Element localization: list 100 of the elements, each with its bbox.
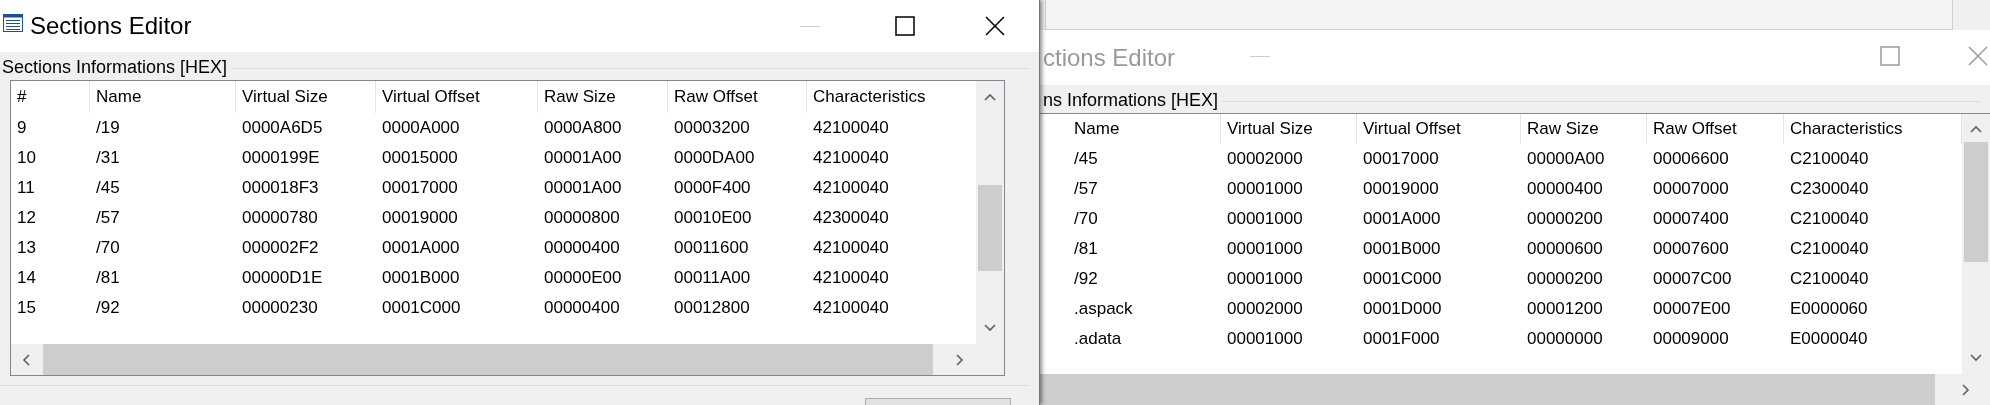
table-cell: 0001A000 [1363, 209, 1441, 228]
table-cell: 00019000 [1363, 179, 1439, 198]
window-title: Sections Editor [30, 12, 192, 40]
column-header[interactable]: Raw Size [1521, 114, 1647, 144]
table-cell: .aspack [1074, 299, 1133, 318]
horizontal-scrollbar[interactable] [1040, 374, 1990, 405]
table-cell: /57 [1074, 179, 1098, 198]
table-cell: 00000780 [242, 208, 318, 227]
table-cell: 00007400 [1653, 209, 1729, 228]
right-chevron-icon[interactable] [1962, 384, 1970, 396]
table-cell: /45 [1074, 149, 1098, 168]
column-header[interactable]: Virtual Offset [1357, 114, 1521, 144]
group-label: Sections Informations [HEX] [2, 57, 232, 78]
table-cell: 00017000 [1363, 149, 1439, 168]
table-cell: /19 [96, 118, 120, 137]
table-cell: /81 [1074, 239, 1098, 258]
vertical-scrollbar[interactable] [1962, 114, 1990, 374]
close-icon[interactable] [985, 16, 1005, 36]
table-cell: 00007C00 [1653, 269, 1732, 288]
column-header[interactable]: Virtual Size [1221, 114, 1357, 144]
table-cell: 00012800 [674, 298, 750, 317]
up-chevron-icon[interactable] [984, 93, 996, 101]
table-cell: 00015000 [382, 148, 458, 167]
table-cell: .adata [1074, 329, 1122, 348]
horizontal-scrollbar[interactable] [11, 344, 1004, 375]
table-cell: E0000040 [1790, 329, 1868, 348]
column-header[interactable]: Virtual Size [236, 81, 376, 113]
table-cell: 12 [17, 208, 36, 227]
down-chevron-icon[interactable] [1970, 354, 1982, 362]
table-cell: 14 [17, 268, 36, 287]
table-cell: /70 [1074, 209, 1098, 228]
maximize-icon[interactable] [895, 16, 915, 36]
column-header[interactable]: Name [1068, 114, 1221, 144]
table-cell: 0001F000 [1363, 329, 1440, 348]
table-cell: 000002F2 [242, 238, 319, 257]
left-chevron-icon[interactable] [22, 354, 30, 366]
table-cell: 0000A6D5 [242, 118, 323, 137]
table-cell: C2100040 [1790, 149, 1869, 168]
table-cell: 0000DA00 [674, 148, 755, 167]
column-header[interactable]: Raw Offset [1647, 114, 1784, 144]
table-cell: /31 [96, 148, 120, 167]
table-cell: 00000200 [1527, 209, 1603, 228]
table-cell: 00009000 [1653, 329, 1729, 348]
vertical-scrollbar[interactable] [976, 81, 1004, 344]
table-cell: 9 [17, 118, 27, 137]
table-cell: 42100040 [813, 148, 889, 167]
table-cell: 00000A00 [1527, 149, 1605, 168]
table-cell: 0001C000 [1363, 269, 1442, 288]
table-cell: 00000D1E [242, 268, 323, 287]
table-cell: 00000200 [1527, 269, 1603, 288]
table-cell: 00011600 [674, 238, 749, 257]
table-cell: 0000A000 [382, 118, 460, 137]
table-cell: /70 [96, 238, 120, 257]
table-cell: 00011A00 [674, 268, 751, 287]
window-title: ctions Editor [1043, 43, 1176, 72]
table-cell: 00001A00 [544, 148, 622, 167]
table-cell: 00001000 [1227, 209, 1303, 228]
column-header[interactable]: Raw Size [538, 81, 668, 113]
table-cell: 0001A000 [382, 238, 460, 257]
table-cell: 00007000 [1653, 179, 1729, 198]
table-cell: 00000400 [544, 238, 620, 257]
table-cell: 00007600 [1653, 239, 1729, 258]
column-header[interactable]: Raw Offset [668, 81, 807, 113]
table-cell: 00001200 [1527, 299, 1603, 318]
table-cell: E0000060 [1790, 299, 1868, 318]
down-chevron-icon[interactable] [984, 324, 996, 332]
table-cell: 00017000 [382, 178, 458, 197]
list-window-icon [3, 14, 23, 32]
table-cell: 00001000 [1227, 329, 1303, 348]
table-cell: /92 [96, 298, 120, 317]
table-cell: 00007E00 [1653, 299, 1731, 318]
right-chevron-icon[interactable] [956, 354, 964, 366]
table-cell: 00000400 [1527, 179, 1603, 198]
table-cell: 00001A00 [544, 178, 622, 197]
table-cell: 00010E00 [674, 208, 752, 227]
table-cell: /45 [96, 178, 120, 197]
column-header[interactable]: Name [90, 81, 236, 113]
group-label: ns Informations [HEX] [1043, 90, 1223, 111]
up-chevron-icon[interactable] [1970, 125, 1982, 133]
table-cell: 00001000 [1227, 239, 1303, 258]
table-cell: 00006600 [1653, 149, 1729, 168]
column-header[interactable]: # [11, 81, 90, 113]
table-cell: 10 [17, 148, 36, 167]
table-cell: 00000800 [544, 208, 620, 227]
table-cell: C2100040 [1790, 239, 1869, 258]
table-cell: 15 [17, 298, 36, 317]
table-cell: 42100040 [813, 238, 889, 257]
table-cell: 42100040 [813, 268, 889, 287]
table-cell: 00002000 [1227, 299, 1303, 318]
table-cell: 00003200 [674, 118, 750, 137]
table-cell: 00019000 [382, 208, 458, 227]
column-header[interactable]: Virtual Offset [376, 81, 538, 113]
table-cell: 0001B000 [382, 268, 460, 287]
table-cell: 00000600 [1527, 239, 1603, 258]
table-cell: 000018F3 [242, 178, 319, 197]
table-cell: 0001B000 [1363, 239, 1441, 258]
table-cell: 00000000 [1527, 329, 1603, 348]
table-cell: 00000E00 [544, 268, 622, 287]
table-cell: C2100040 [1790, 209, 1869, 228]
table-cell: /57 [96, 208, 120, 227]
